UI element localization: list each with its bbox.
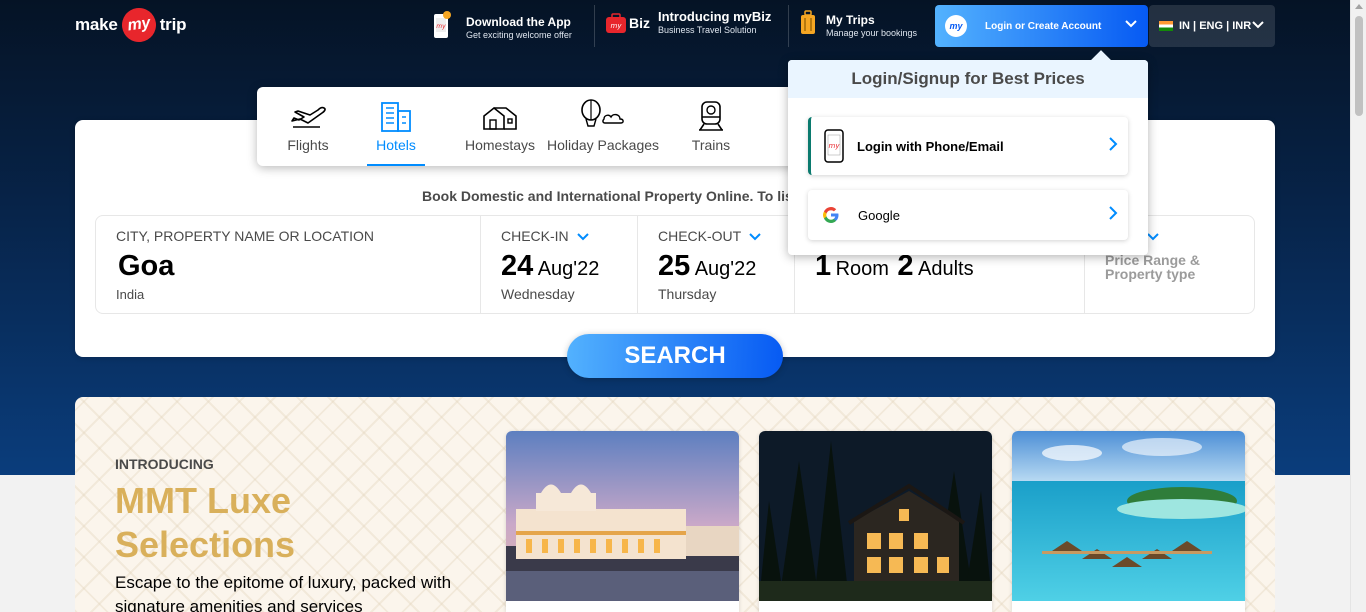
mybiz-icon: my Biz: [605, 12, 650, 34]
india-flag-icon: [1159, 21, 1173, 31]
login-popup: Login/Signup for Best Prices my Login wi…: [788, 50, 1148, 255]
checkout-day: 25: [658, 250, 691, 282]
tab-label: Trains: [691, 137, 731, 153]
country-selector-label: IN | ENG | INR: [1179, 20, 1252, 32]
tab-trains[interactable]: Trains: [681, 87, 741, 166]
chevron-down-icon: [749, 229, 761, 245]
hotel-icon: [381, 102, 411, 132]
tab-label: Hotels: [376, 137, 416, 153]
login-create-account-button[interactable]: my Login or Create Account: [935, 5, 1148, 47]
header-divider: [594, 5, 595, 47]
scroll-up-arrow-icon[interactable]: [1355, 4, 1363, 9]
my-trips-subtitle: Manage your bookings: [826, 27, 918, 38]
flight-icon: [291, 106, 326, 128]
download-app-title: Download the App: [466, 14, 571, 29]
login-phone-email-option[interactable]: my Login with Phone/Email: [808, 117, 1128, 175]
luxe-card-palace[interactable]: [506, 431, 739, 612]
price-range-line1: Price Range &: [1105, 252, 1200, 268]
checkin-weekday: Wednesday: [501, 286, 575, 302]
city-field-label: CITY, PROPERTY NAME OR LOCATION: [116, 228, 375, 244]
checkin-day: 24: [501, 250, 534, 282]
luxe-title-line1: MMT Luxe: [115, 480, 291, 521]
luxe-card-maldives[interactable]: [1012, 431, 1245, 612]
login-phone-email-label: Login with Phone/Email: [857, 138, 1004, 154]
mybiz-link[interactable]: my Biz Introducing myBiz Business Travel…: [605, 10, 771, 36]
checkin-label: CHECK-IN: [501, 228, 569, 244]
scrollbar-thumb[interactable]: [1355, 16, 1363, 116]
google-icon: [822, 206, 840, 224]
my-trips-link[interactable]: My Trips Manage your bookings: [800, 10, 917, 41]
homestay-icon: [483, 106, 517, 130]
makemytrip-logo[interactable]: make my trip: [75, 5, 187, 45]
mybiz-subtitle: Business Travel Solution: [658, 25, 757, 35]
download-app-subtitle: Get exciting welcome offer: [466, 29, 572, 40]
header-divider: [788, 5, 789, 47]
search-button[interactable]: SEARCH: [567, 334, 783, 378]
tab-label: Homestays: [464, 137, 536, 153]
tab-label: Holiday Packages: [546, 137, 660, 153]
login-google-label: Google: [858, 207, 900, 223]
luxe-intro: INTRODUCING: [115, 456, 214, 472]
checkout-label: CHECK-OUT: [658, 228, 741, 244]
product-tabs: Flights Hotels Homestays Holiday Package…: [257, 87, 817, 166]
tab-holiday-packages[interactable]: Holiday Packages: [545, 87, 661, 166]
tab-flights[interactable]: Flights: [257, 87, 359, 166]
page-scrollbar[interactable]: [1350, 0, 1366, 612]
phone-app-icon: my: [432, 10, 452, 45]
checkin-field[interactable]: CHECK-IN 24 Aug'22 Wednesday: [481, 216, 638, 313]
mybiz-badge: Biz: [629, 15, 650, 31]
login-button-label: Login or Create Account: [985, 20, 1102, 32]
checkout-field[interactable]: CHECK-OUT 25 Aug'22 Thursday: [638, 216, 795, 313]
svg-text:my: my: [611, 22, 623, 30]
maldives-image: [1012, 431, 1245, 601]
checkin-month: Aug'22: [537, 258, 600, 280]
chevron-right-icon: [1108, 136, 1118, 157]
my-trips-title: My Trips: [826, 12, 875, 27]
download-app-link[interactable]: my Download the App Get exciting welcome…: [432, 10, 572, 45]
chevron-down-icon: [576, 229, 589, 245]
checkout-weekday: Thursday: [658, 286, 717, 302]
train-icon: [699, 101, 723, 131]
book-property-info-text: Book Domestic and International Property…: [422, 188, 792, 204]
mobile-phone-icon: my: [823, 128, 845, 164]
tab-label: Flights: [287, 137, 329, 153]
cabin-image: [759, 431, 992, 601]
adults-word: Adults: [918, 258, 974, 280]
svg-text:my: my: [829, 142, 841, 150]
chevron-down-icon: [1124, 17, 1138, 36]
holiday-icon: [581, 99, 624, 127]
chevron-right-icon: [1108, 205, 1118, 226]
palace-image: [506, 431, 739, 601]
price-range-line2: Property type: [1105, 266, 1196, 282]
logo-trip: trip: [159, 15, 187, 34]
logo-my: my: [119, 5, 158, 45]
luxe-card-cabin[interactable]: [759, 431, 992, 612]
rooms-word: Room: [835, 258, 889, 280]
chevron-down-icon: [1251, 18, 1265, 37]
login-google-option[interactable]: Google: [808, 190, 1128, 240]
city-value: Goa: [118, 250, 175, 282]
checkout-month: Aug'22: [694, 258, 757, 280]
logo-make: make: [75, 15, 118, 34]
luxe-title: MMT Luxe Selections: [115, 479, 445, 567]
tab-hotels[interactable]: Hotels: [367, 87, 425, 166]
popup-title: Login/Signup for Best Prices: [788, 60, 1148, 98]
suitcase-icon: [800, 10, 816, 41]
user-avatar-icon: my: [945, 15, 967, 37]
city-country: India: [116, 287, 145, 302]
chevron-down-icon: [1147, 229, 1159, 245]
mybiz-title: Introducing myBiz: [658, 9, 772, 24]
city-field[interactable]: CITY, PROPERTY NAME OR LOCATION Goa Indi…: [96, 216, 481, 313]
luxe-title-line2: Selections: [115, 524, 296, 565]
svg-text:my: my: [436, 23, 446, 30]
tab-homestays[interactable]: Homestays: [455, 87, 545, 166]
luxe-description: Escape to the epitome of luxury, packed …: [115, 573, 452, 612]
country-language-currency-selector[interactable]: IN | ENG | INR: [1149, 5, 1275, 47]
